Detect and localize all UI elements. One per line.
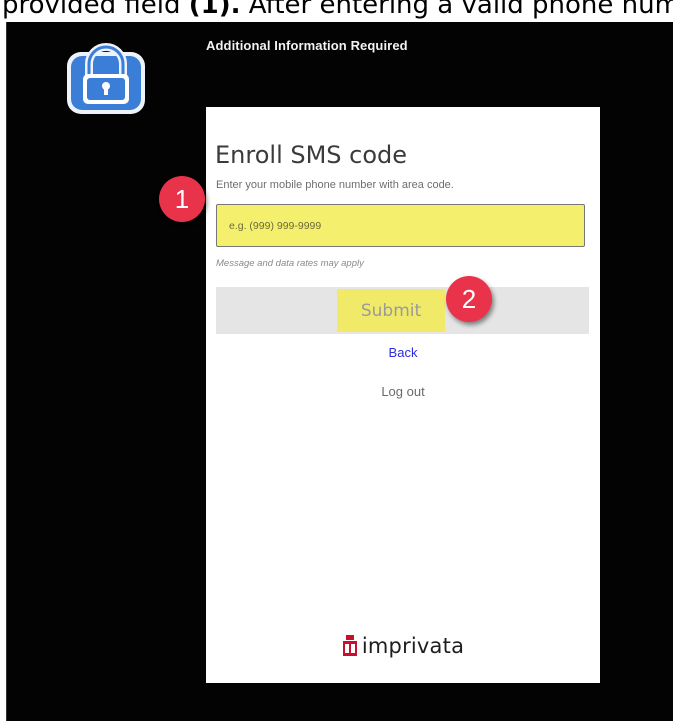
rates-note: Message and data rates may apply: [216, 258, 364, 269]
brand-name: imprivata: [361, 634, 465, 658]
document-caption: provided field (1). After entering a val…: [0, 0, 673, 22]
enroll-sms-card: Enroll SMS code Enter your mobile phone …: [206, 107, 600, 683]
card-title: Enroll SMS code: [215, 141, 408, 169]
logout-link[interactable]: Log out: [206, 384, 600, 399]
caption-text-end: After entering a valid phone num: [240, 0, 673, 20]
brand-logo: imprivata: [206, 634, 600, 658]
callout-badge-2: 2: [446, 276, 492, 322]
window-title: Additional Information Required: [206, 38, 408, 53]
caption-step-ref: (1).: [188, 0, 241, 20]
callout-badge-1: 1: [159, 176, 205, 222]
submit-bar: Submit: [216, 287, 589, 334]
back-link[interactable]: Back: [206, 345, 600, 360]
imprivata-logo-icon: [342, 635, 357, 656]
app-window: Additional Information Required Enroll S…: [6, 22, 673, 721]
submit-button[interactable]: Submit: [336, 287, 446, 334]
lock-icon: [61, 28, 151, 116]
card-subtitle: Enter your mobile phone number with area…: [216, 179, 454, 191]
phone-number-input[interactable]: [216, 204, 585, 247]
caption-text-start: provided field: [2, 0, 189, 20]
